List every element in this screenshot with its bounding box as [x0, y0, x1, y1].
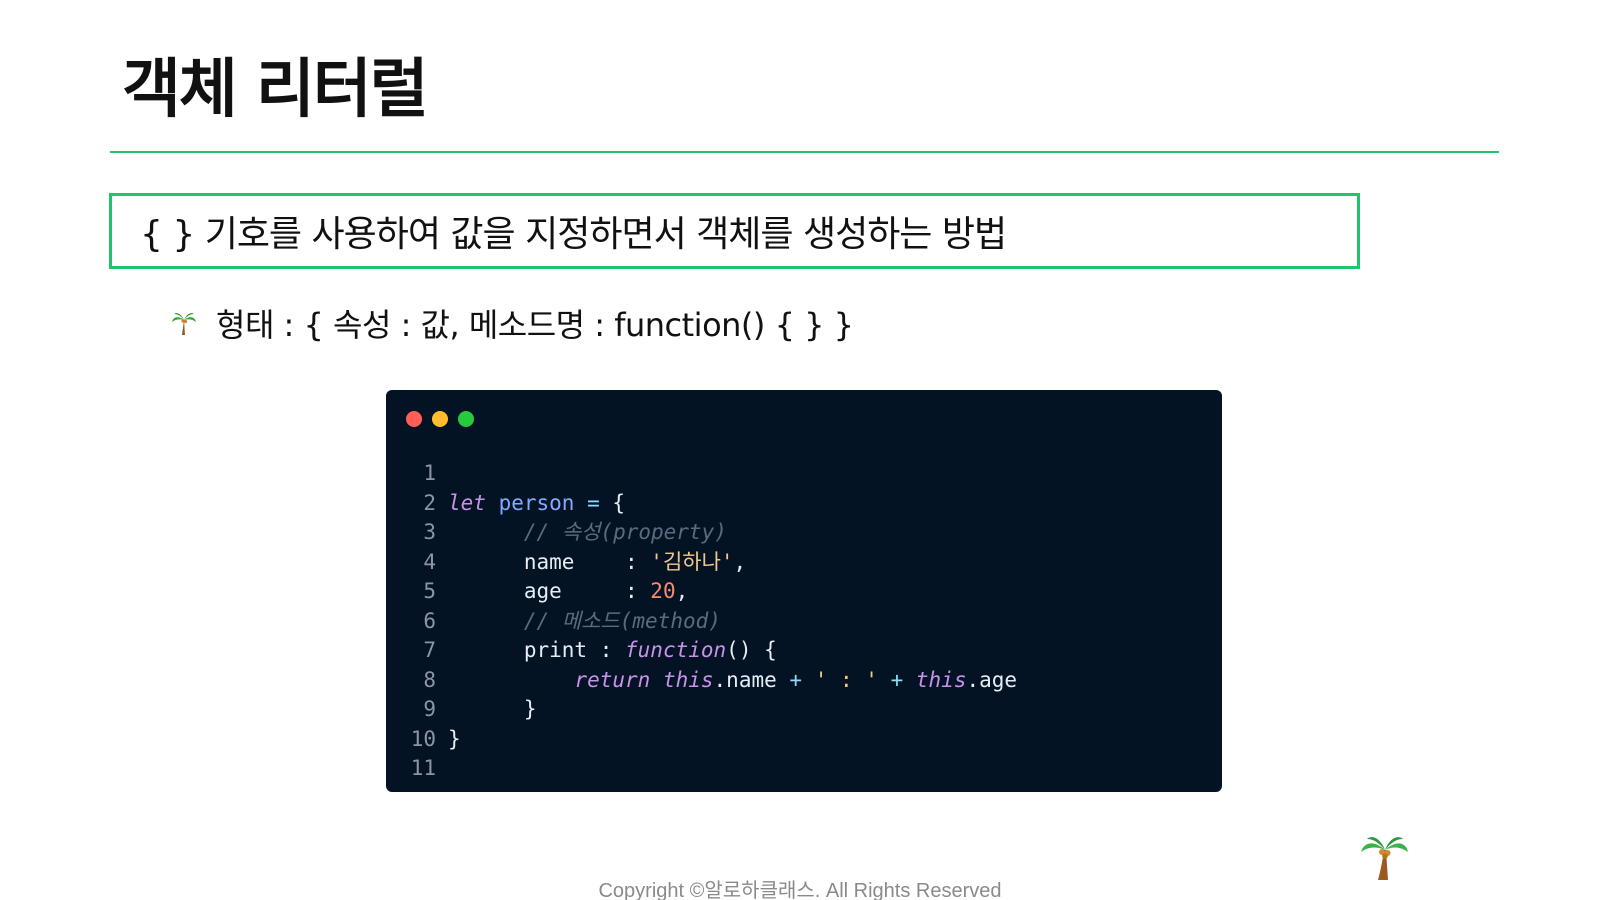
- code-line: 11: [386, 754, 1017, 784]
- minimize-dot: [432, 411, 448, 427]
- code-line: 2 let person = {: [386, 489, 1017, 519]
- line-number: 10: [410, 726, 436, 751]
- code-token: function: [625, 638, 727, 662]
- window-controls: [406, 411, 474, 427]
- code-token: this: [915, 667, 967, 692]
- line-number: 2: [423, 490, 436, 515]
- code-token: .age: [966, 667, 1018, 692]
- palm-tree-icon: [170, 309, 198, 337]
- code-token: return: [574, 667, 651, 692]
- code-line: 5 age : 20,: [386, 577, 1017, 607]
- code-line: 7 print : function() {: [386, 636, 1017, 666]
- code-token: }: [448, 726, 461, 751]
- code-token: .name: [713, 667, 790, 692]
- line-number: 6: [423, 608, 436, 633]
- maximize-dot: [458, 411, 474, 427]
- line-number: 11: [410, 756, 436, 780]
- code-line: 6 // 메소드(method): [386, 607, 1017, 637]
- code-token: let: [448, 490, 486, 515]
- code-token: age :: [448, 579, 651, 603]
- code-token: +: [890, 667, 904, 692]
- definition-text: { } 기호를 사용하여 값을 지정하면서 객체를 생성하는 방법: [140, 214, 1007, 255]
- code-token: () {: [726, 638, 777, 662]
- code-token: '김하나': [650, 549, 734, 574]
- code-line: 9 }: [386, 695, 1017, 725]
- code-token: name :: [448, 549, 651, 574]
- slide: 객체 리터럴 { } 기호를 사용하여 값을 지정하면서 객체를 생성하는 방법…: [0, 0, 1600, 900]
- code-token: +: [789, 667, 803, 692]
- code-token: ,: [733, 549, 747, 574]
- definition-box: { } 기호를 사용하여 값을 지정하면서 객체를 생성하는 방법: [109, 193, 1360, 269]
- code-block: 1 2 let person = {3 // 속성(property) 4 name…: [386, 459, 1017, 784]
- code-token: print :: [448, 638, 626, 662]
- code-window: 1 2 let person = {3 // 속성(property) 4 name…: [386, 390, 1222, 792]
- title-divider: [110, 151, 1499, 153]
- code-token: this: [662, 667, 714, 692]
- code-token: ' : ': [814, 667, 878, 692]
- code-line: 1: [386, 459, 1017, 489]
- code-token: =: [587, 490, 600, 515]
- page-title: 객체 리터럴: [122, 53, 429, 127]
- code-token: {: [599, 490, 626, 515]
- code-token: person: [498, 490, 575, 515]
- syntax-form-text: 형태 : { 속성 : 값, 메소드명 : function() { } }: [216, 306, 854, 344]
- code-line: 8 return this.name + ' : ' + this.age: [386, 666, 1017, 696]
- code-token: // 속성(property): [523, 520, 727, 544]
- line-number: 7: [423, 638, 436, 662]
- code-line: 3 // 속성(property): [386, 518, 1017, 548]
- line-number: 3: [423, 520, 436, 544]
- code-token: }: [448, 697, 537, 721]
- code-line: 10}: [386, 725, 1017, 755]
- bullet-item: 형태 : { 속성 : 값, 메소드명 : function() { } }: [170, 300, 854, 346]
- line-number: 8: [423, 667, 436, 692]
- code-token: ,: [675, 579, 689, 603]
- line-number: 9: [423, 697, 436, 721]
- line-number: 1: [423, 461, 436, 485]
- line-number: 4: [423, 549, 436, 574]
- code-token: 20: [650, 579, 676, 603]
- code-line: 4 name : '김하나',: [386, 548, 1017, 578]
- line-number: 5: [423, 579, 436, 603]
- copyright-text: Copyright ©알로하클래스. All Rights Reserved: [598, 880, 1002, 900]
- close-dot: [406, 411, 422, 427]
- code-token: // 메소드(method): [523, 608, 721, 633]
